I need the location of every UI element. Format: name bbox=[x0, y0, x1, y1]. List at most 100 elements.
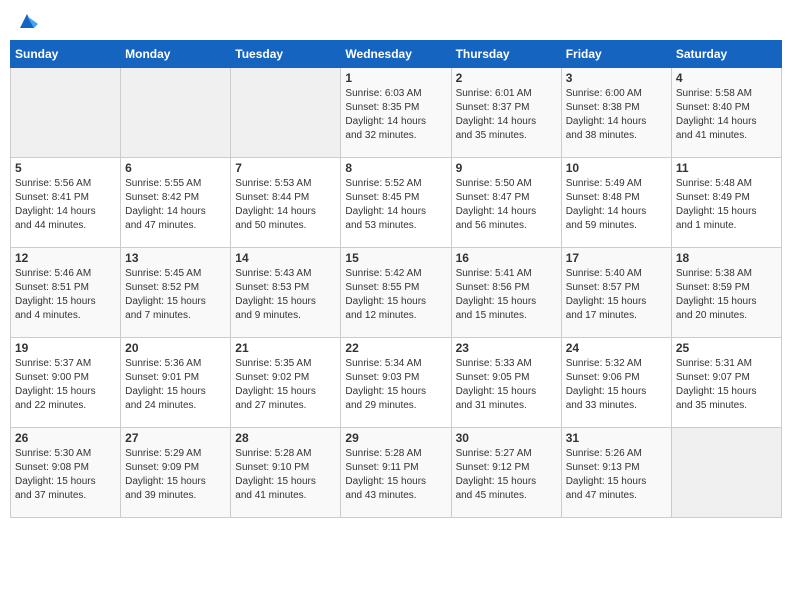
calendar-cell: 17Sunrise: 5:40 AM Sunset: 8:57 PM Dayli… bbox=[561, 248, 671, 338]
day-number: 5 bbox=[15, 161, 116, 175]
weekday-header-monday: Monday bbox=[121, 41, 231, 68]
day-info: Sunrise: 5:41 AM Sunset: 8:56 PM Dayligh… bbox=[456, 267, 557, 323]
day-number: 9 bbox=[456, 161, 557, 175]
calendar-cell: 31Sunrise: 5:26 AM Sunset: 9:13 PM Dayli… bbox=[561, 428, 671, 518]
day-number: 29 bbox=[345, 431, 446, 445]
calendar-cell: 24Sunrise: 5:32 AM Sunset: 9:06 PM Dayli… bbox=[561, 338, 671, 428]
day-number: 12 bbox=[15, 251, 116, 265]
day-info: Sunrise: 5:55 AM Sunset: 8:42 PM Dayligh… bbox=[125, 177, 226, 233]
day-number: 30 bbox=[456, 431, 557, 445]
day-info: Sunrise: 5:28 AM Sunset: 9:11 PM Dayligh… bbox=[345, 447, 446, 503]
calendar-cell: 23Sunrise: 5:33 AM Sunset: 9:05 PM Dayli… bbox=[451, 338, 561, 428]
day-info: Sunrise: 5:52 AM Sunset: 8:45 PM Dayligh… bbox=[345, 177, 446, 233]
day-number: 3 bbox=[566, 71, 667, 85]
calendar-cell: 5 Sunrise: 5:56 AM Sunset: 8:41 PM Daylig… bbox=[11, 158, 121, 248]
weekday-header-wednesday: Wednesday bbox=[341, 41, 451, 68]
calendar-cell bbox=[671, 428, 781, 518]
day-info: Sunrise: 5:29 AM Sunset: 9:09 PM Dayligh… bbox=[125, 447, 226, 503]
day-number: 11 bbox=[676, 161, 777, 175]
day-info: Sunrise: 5:42 AM Sunset: 8:55 PM Dayligh… bbox=[345, 267, 446, 323]
calendar-cell: 11 Sunrise: 5:48 AM Sunset: 8:49 PM Dayli… bbox=[671, 158, 781, 248]
day-info: Sunrise: 5:46 AM Sunset: 8:51 PM Dayligh… bbox=[15, 267, 116, 323]
day-number: 26 bbox=[15, 431, 116, 445]
calendar-week-row: 19 Sunrise: 5:37 AM Sunset: 9:00 PM Dayli… bbox=[11, 338, 782, 428]
day-info: Sunrise: 5:28 AM Sunset: 9:10 PM Dayligh… bbox=[235, 447, 336, 503]
calendar-cell: 2 Sunrise: 6:01 AM Sunset: 8:37 PM Daylig… bbox=[451, 68, 561, 158]
day-info: Sunrise: 5:38 AM Sunset: 8:59 PM Dayligh… bbox=[676, 267, 777, 323]
day-info: Sunrise: 5:50 AM Sunset: 8:47 PM Dayligh… bbox=[456, 177, 557, 233]
calendar-cell: 22 Sunrise: 5:34 AM Sunset: 9:03 PM Dayli… bbox=[341, 338, 451, 428]
day-number: 28 bbox=[235, 431, 336, 445]
day-number: 20 bbox=[125, 341, 226, 355]
weekday-header-thursday: Thursday bbox=[451, 41, 561, 68]
day-info: Sunrise: 5:30 AM Sunset: 9:08 PM Dayligh… bbox=[15, 447, 116, 503]
calendar-cell: 4 Sunrise: 5:58 AM Sunset: 8:40 PM Daylig… bbox=[671, 68, 781, 158]
calendar-cell: 7Sunrise: 5:53 AM Sunset: 8:44 PM Daylig… bbox=[231, 158, 341, 248]
day-info: Sunrise: 5:27 AM Sunset: 9:12 PM Dayligh… bbox=[456, 447, 557, 503]
calendar-cell: 6 Sunrise: 5:55 AM Sunset: 8:42 PM Daylig… bbox=[121, 158, 231, 248]
calendar-cell: 19 Sunrise: 5:37 AM Sunset: 9:00 PM Dayli… bbox=[11, 338, 121, 428]
logo-icon bbox=[16, 10, 38, 32]
calendar-cell: 10Sunrise: 5:49 AM Sunset: 8:48 PM Dayli… bbox=[561, 158, 671, 248]
day-info: Sunrise: 5:56 AM Sunset: 8:41 PM Dayligh… bbox=[15, 177, 116, 233]
calendar-week-row: 1 Sunrise: 6:03 AM Sunset: 8:35 PM Daylig… bbox=[11, 68, 782, 158]
day-number: 6 bbox=[125, 161, 226, 175]
day-number: 21 bbox=[235, 341, 336, 355]
calendar-cell: 30 Sunrise: 5:27 AM Sunset: 9:12 PM Dayli… bbox=[451, 428, 561, 518]
day-info: Sunrise: 5:32 AM Sunset: 9:06 PM Dayligh… bbox=[566, 357, 667, 413]
day-number: 27 bbox=[125, 431, 226, 445]
calendar-cell: 9 Sunrise: 5:50 AM Sunset: 8:47 PM Daylig… bbox=[451, 158, 561, 248]
day-info: Sunrise: 5:48 AM Sunset: 8:49 PM Dayligh… bbox=[676, 177, 777, 233]
day-info: Sunrise: 5:49 AM Sunset: 8:48 PM Dayligh… bbox=[566, 177, 667, 233]
calendar-cell: 18 Sunrise: 5:38 AM Sunset: 8:59 PM Dayli… bbox=[671, 248, 781, 338]
day-number: 4 bbox=[676, 71, 777, 85]
page-header bbox=[10, 10, 782, 32]
day-info: Sunrise: 5:31 AM Sunset: 9:07 PM Dayligh… bbox=[676, 357, 777, 413]
calendar-table: SundayMondayTuesdayWednesdayThursdayFrid… bbox=[10, 40, 782, 518]
logo bbox=[14, 10, 38, 32]
day-info: Sunrise: 6:03 AM Sunset: 8:35 PM Dayligh… bbox=[345, 87, 446, 143]
day-info: Sunrise: 6:00 AM Sunset: 8:38 PM Dayligh… bbox=[566, 87, 667, 143]
day-number: 18 bbox=[676, 251, 777, 265]
day-info: Sunrise: 5:45 AM Sunset: 8:52 PM Dayligh… bbox=[125, 267, 226, 323]
calendar-week-row: 12 Sunrise: 5:46 AM Sunset: 8:51 PM Dayli… bbox=[11, 248, 782, 338]
day-info: Sunrise: 5:34 AM Sunset: 9:03 PM Dayligh… bbox=[345, 357, 446, 413]
calendar-cell: 16 Sunrise: 5:41 AM Sunset: 8:56 PM Dayli… bbox=[451, 248, 561, 338]
calendar-cell bbox=[11, 68, 121, 158]
day-number: 13 bbox=[125, 251, 226, 265]
day-number: 31 bbox=[566, 431, 667, 445]
calendar-week-row: 26 Sunrise: 5:30 AM Sunset: 9:08 PM Dayli… bbox=[11, 428, 782, 518]
day-info: Sunrise: 6:01 AM Sunset: 8:37 PM Dayligh… bbox=[456, 87, 557, 143]
calendar-cell bbox=[231, 68, 341, 158]
calendar-week-row: 5 Sunrise: 5:56 AM Sunset: 8:41 PM Daylig… bbox=[11, 158, 782, 248]
weekday-header-friday: Friday bbox=[561, 41, 671, 68]
calendar-cell: 8Sunrise: 5:52 AM Sunset: 8:45 PM Daylig… bbox=[341, 158, 451, 248]
day-number: 22 bbox=[345, 341, 446, 355]
day-info: Sunrise: 5:35 AM Sunset: 9:02 PM Dayligh… bbox=[235, 357, 336, 413]
day-number: 1 bbox=[345, 71, 446, 85]
day-number: 2 bbox=[456, 71, 557, 85]
day-info: Sunrise: 5:43 AM Sunset: 8:53 PM Dayligh… bbox=[235, 267, 336, 323]
calendar-cell: 25Sunrise: 5:31 AM Sunset: 9:07 PM Dayli… bbox=[671, 338, 781, 428]
day-number: 14 bbox=[235, 251, 336, 265]
day-number: 16 bbox=[456, 251, 557, 265]
calendar-cell: 1 Sunrise: 6:03 AM Sunset: 8:35 PM Daylig… bbox=[341, 68, 451, 158]
day-info: Sunrise: 5:53 AM Sunset: 8:44 PM Dayligh… bbox=[235, 177, 336, 233]
calendar-cell: 15 Sunrise: 5:42 AM Sunset: 8:55 PM Dayli… bbox=[341, 248, 451, 338]
day-info: Sunrise: 5:58 AM Sunset: 8:40 PM Dayligh… bbox=[676, 87, 777, 143]
day-number: 17 bbox=[566, 251, 667, 265]
day-number: 23 bbox=[456, 341, 557, 355]
calendar-cell: 13 Sunrise: 5:45 AM Sunset: 8:52 PM Dayli… bbox=[121, 248, 231, 338]
calendar-cell: 20 Sunrise: 5:36 AM Sunset: 9:01 PM Dayli… bbox=[121, 338, 231, 428]
day-number: 15 bbox=[345, 251, 446, 265]
calendar-cell: 28 Sunrise: 5:28 AM Sunset: 9:10 PM Dayli… bbox=[231, 428, 341, 518]
calendar-cell: 29 Sunrise: 5:28 AM Sunset: 9:11 PM Dayli… bbox=[341, 428, 451, 518]
day-info: Sunrise: 5:37 AM Sunset: 9:00 PM Dayligh… bbox=[15, 357, 116, 413]
calendar-cell: 14 Sunrise: 5:43 AM Sunset: 8:53 PM Dayli… bbox=[231, 248, 341, 338]
calendar-cell: 26 Sunrise: 5:30 AM Sunset: 9:08 PM Dayli… bbox=[11, 428, 121, 518]
weekday-header-row: SundayMondayTuesdayWednesdayThursdayFrid… bbox=[11, 41, 782, 68]
day-number: 19 bbox=[15, 341, 116, 355]
weekday-header-saturday: Saturday bbox=[671, 41, 781, 68]
calendar-cell: 21 Sunrise: 5:35 AM Sunset: 9:02 PM Dayli… bbox=[231, 338, 341, 428]
day-info: Sunrise: 5:36 AM Sunset: 9:01 PM Dayligh… bbox=[125, 357, 226, 413]
